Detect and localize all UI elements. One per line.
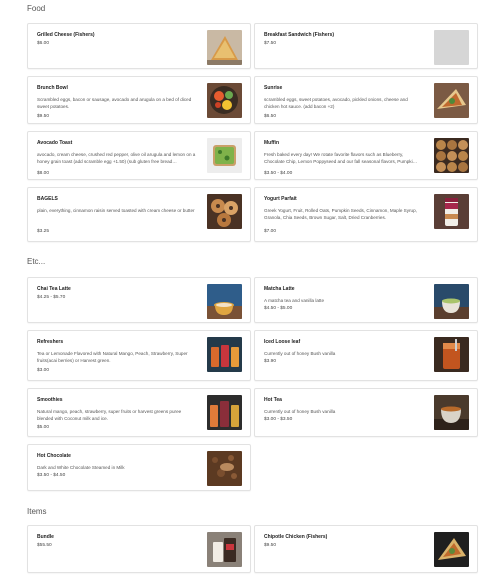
item-description: Currently out of honey Bush vanilla [264, 351, 336, 356]
item-description: Scrambled eggs, bacon or sausage, avocad… [37, 97, 192, 109]
item-price: $3.00 [37, 368, 50, 373]
item-description: Greek Yogurt, Fruit, Rolled Oats, Pumpki… [264, 208, 417, 220]
menu-item-card[interactable]: Smoothies Natural mango, peach, strawber… [27, 388, 251, 437]
menu-item-card[interactable]: BAGELS plain, everything, cinnamon raisi… [27, 187, 251, 242]
menu-item-card[interactable]: Brunch Bowl Scrambled eggs, bacon or sau… [27, 76, 251, 124]
menu-item-card[interactable]: Yogurt Parfait Greek Yogurt, Fruit, Roll… [254, 187, 478, 242]
item-name: Muffin [264, 140, 279, 146]
chipotle-chicken-photo [434, 532, 469, 567]
placeholder-image [434, 30, 469, 65]
matcha-latte-photo [434, 284, 469, 319]
item-price: $55.50 [37, 543, 52, 548]
item-name: Chipotle Chicken (Fishers) [264, 534, 328, 540]
bagels-photo [207, 194, 242, 229]
item-name: Grilled Cheese (Fishers) [37, 32, 95, 38]
item-name: Chai Tea Latte [37, 286, 71, 292]
item-name: Brunch Bowl [37, 85, 68, 91]
item-price: $3.00 - $3.50 [264, 417, 293, 422]
item-name: Matcha Latte [264, 286, 295, 292]
sunrise-photo [434, 83, 469, 118]
menu-item-card[interactable]: Refreshers Tea or Lemonade Flavored with… [27, 330, 251, 381]
refreshers-photo [207, 337, 242, 372]
hot-chocolate-photo [207, 451, 242, 486]
menu-item-card[interactable]: Muffin Fresh baked every day! We rotate … [254, 131, 478, 180]
item-name: Bundle [37, 534, 54, 540]
item-price: $3.25 [37, 229, 50, 234]
item-description: Dark and White Chocolate Steamed in Milk [37, 465, 125, 470]
item-price: $8.00 [37, 171, 50, 176]
item-name: Smoothies [37, 397, 63, 403]
brunch-bowl-photo [207, 83, 242, 118]
item-price: $9.50 [37, 114, 50, 119]
item-description: A matcha tea and vanilla latte [264, 298, 325, 303]
chai-latte-photo [207, 284, 242, 319]
yogurt-parfait-photo [434, 194, 469, 229]
item-price: $3.50 - $4.50 [37, 473, 66, 478]
item-description: Tea or Lemonade Flavored with Natural Ma… [37, 351, 188, 363]
item-price: $6.00 [37, 41, 50, 46]
avocado-toast-photo [207, 138, 242, 173]
item-name: Yogurt Parfait [264, 196, 297, 202]
item-description: scrambled eggs, sweet potatoes, avocado,… [264, 97, 408, 109]
item-price: $6.50 [264, 114, 277, 119]
item-name: Breakfast Sandwich (Fishers) [264, 32, 335, 38]
item-price: $3.90 [264, 359, 277, 364]
menu-item-card[interactable]: Sunrise scrambled eggs, sweet potatoes, … [254, 76, 478, 124]
item-description: avocado, cream cheese, crushed red peppe… [37, 152, 196, 164]
item-description: plain, everything, cinnamon raisin serve… [37, 208, 195, 213]
item-description: Currently out of honey Bush vanilla [264, 409, 336, 414]
menu-item-card[interactable]: Breakfast Sandwich (Fishers) $7.50 [254, 23, 478, 69]
hot-tea-photo [434, 395, 469, 430]
item-name: BAGELS [37, 196, 58, 202]
item-price: $7.50 [264, 41, 277, 46]
item-price: $9.50 [264, 543, 277, 548]
iced-tea-photo [434, 337, 469, 372]
item-name: Sunrise [264, 85, 283, 91]
bundle-photo [207, 532, 242, 567]
muffin-photo [434, 138, 469, 173]
item-price: $3.50 - $4.00 [264, 171, 293, 176]
menu-item-card[interactable]: Bundle $55.50 [27, 525, 251, 573]
menu-item-card[interactable]: Grilled Cheese (Fishers) $6.00 [27, 23, 251, 69]
item-name: Refreshers [37, 339, 64, 345]
item-price: $4.50 - $5.00 [264, 306, 293, 311]
smoothies-photo [207, 395, 242, 430]
item-price: $7.00 [264, 229, 277, 234]
item-price: $5.00 [37, 425, 50, 430]
section-title-items: Items [27, 507, 47, 516]
section-title-food: Food [27, 4, 46, 13]
menu-item-card[interactable]: Matcha Latte A matcha tea and vanilla la… [254, 277, 478, 323]
menu-item-card[interactable]: Chai Tea Latte $4.25 - $5.70 [27, 277, 251, 323]
item-description: Natural mango, peach, strawberry, super … [37, 409, 182, 421]
section-title-etc: Etc... [27, 257, 46, 266]
item-name: Avocado Toast [37, 140, 73, 146]
item-name: Hot Chocolate [37, 453, 71, 459]
item-name: Iced Loose leaf [264, 339, 301, 345]
menu-item-card[interactable]: Hot Chocolate Dark and White Chocolate S… [27, 444, 251, 491]
menu-item-card[interactable]: Hot Tea Currently out of honey Bush vani… [254, 388, 478, 437]
menu-item-card[interactable]: Iced Loose leaf Currently out of honey B… [254, 330, 478, 381]
grilled-cheese-photo [207, 30, 242, 65]
menu-item-card[interactable]: Avocado Toast avocado, cream cheese, cru… [27, 131, 251, 180]
item-description: Fresh baked every day! We rotate favorit… [264, 152, 418, 164]
menu-item-card[interactable]: Chipotle Chicken (Fishers) $9.50 [254, 525, 478, 573]
item-name: Hot Tea [264, 397, 282, 403]
item-price: $4.25 - $5.70 [37, 295, 66, 300]
